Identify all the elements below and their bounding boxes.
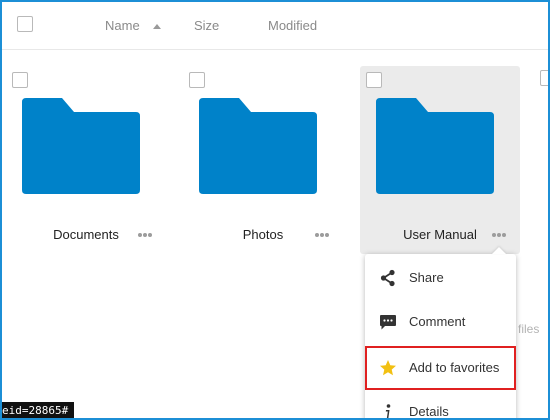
folder-icon <box>376 98 494 194</box>
menu-item-label: Details <box>409 404 449 419</box>
file-tile[interactable]: Photos <box>183 66 343 254</box>
file-checkbox[interactable] <box>189 72 205 88</box>
file-name[interactable]: Photos <box>208 227 318 242</box>
file-checkbox[interactable] <box>12 72 28 88</box>
sort-by-modified[interactable]: Modified <box>268 18 317 33</box>
file-actions-menu: Share Comment Add to favorites Details <box>365 247 516 420</box>
file-list-header: Name Size Modified <box>2 2 548 50</box>
share-icon <box>380 269 395 287</box>
more-options-icon[interactable] <box>135 228 155 240</box>
menu-item-comment[interactable]: Comment <box>365 300 516 344</box>
menu-item-label: Share <box>409 270 444 285</box>
folder-icon <box>199 98 317 194</box>
file-tile[interactable]: Documents <box>6 66 166 254</box>
file-name[interactable]: Documents <box>31 227 141 242</box>
more-options-icon[interactable] <box>489 228 509 240</box>
menu-item-add-to-favorites[interactable]: Add to favorites <box>365 346 516 390</box>
folder-icon <box>22 98 140 194</box>
menu-item-share[interactable]: Share <box>365 256 516 300</box>
file-checkbox[interactable] <box>366 72 382 88</box>
select-all-checkbox[interactable] <box>17 16 33 32</box>
sort-ascending-icon[interactable] <box>153 24 161 29</box>
sort-by-name[interactable]: Name <box>105 18 140 33</box>
sort-by-size[interactable]: Size <box>194 18 219 33</box>
file-tile-selected[interactable]: User Manual <box>360 66 520 254</box>
star-icon <box>380 360 396 376</box>
menu-item-label: Add to favorites <box>409 360 500 375</box>
status-tooltip: eid=28865# <box>0 402 75 420</box>
file-name[interactable]: User Manual <box>385 227 495 242</box>
more-options-icon[interactable] <box>312 228 332 240</box>
menu-item-details[interactable]: Details <box>365 390 516 420</box>
comment-icon <box>380 315 396 330</box>
menu-caret <box>492 247 506 254</box>
file-checkbox[interactable] <box>540 70 550 86</box>
menu-item-label: Comment <box>409 314 466 329</box>
info-icon <box>385 404 391 420</box>
